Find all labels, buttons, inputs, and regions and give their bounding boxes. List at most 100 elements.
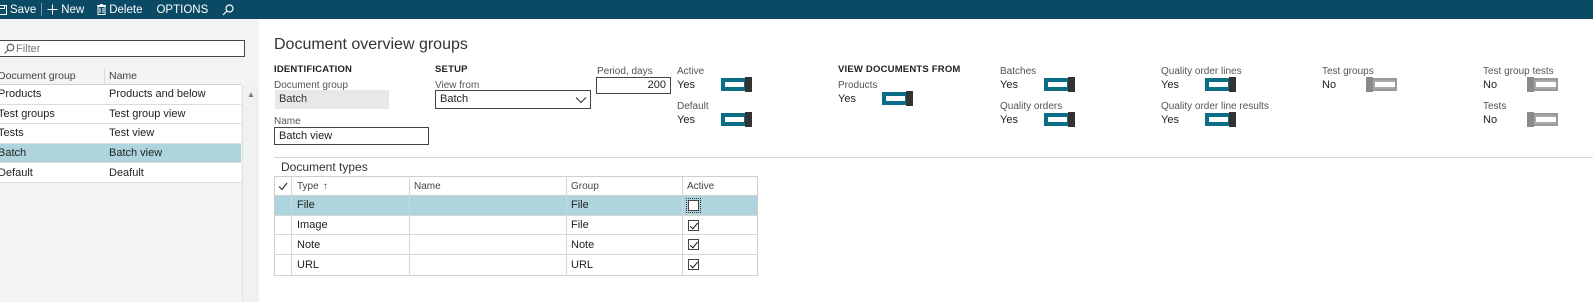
quality-orders-label: Quality orders: [1000, 101, 1063, 112]
default-toggle[interactable]: [721, 112, 752, 127]
test-group-tests-label: Test group tests: [1483, 66, 1554, 77]
row-document-group: Batch: [0, 147, 27, 160]
tests-value: No: [1483, 114, 1498, 126]
document-types-grid: Type ↑ Name Group Active File File Image…: [274, 176, 758, 276]
tests-toggle[interactable]: [1527, 112, 1558, 127]
select-all-checkmark[interactable]: [275, 177, 292, 195]
products-toggle[interactable]: [882, 91, 913, 106]
cell-type: Image: [292, 215, 410, 235]
filter-box[interactable]: [0, 40, 245, 57]
quality-orders-toggle[interactable]: [1044, 112, 1075, 127]
list-item[interactable]: Tests Test view: [0, 124, 241, 144]
document-group-list: Products Products and below Test groups …: [0, 85, 241, 183]
period-days-field[interactable]: 200: [596, 77, 671, 94]
cell-type: File: [292, 196, 410, 215]
cell-group: URL: [567, 255, 683, 275]
active-checkbox[interactable]: [686, 197, 701, 213]
options-button[interactable]: OPTIONS: [156, 0, 208, 19]
scroll-up-arrow-icon[interactable]: ▲: [247, 90, 255, 99]
column-header-document-group[interactable]: Document group: [0, 68, 105, 84]
list-item[interactable]: Default Deafult: [0, 163, 241, 183]
options-label: OPTIONS: [156, 3, 209, 16]
sort-ascending-icon: ↑: [322, 180, 328, 192]
list-scrollbar[interactable]: ▲: [242, 85, 259, 302]
column-header-type[interactable]: Type ↑: [292, 177, 410, 195]
name-field[interactable]: Batch view: [274, 127, 429, 145]
new-label: New: [61, 3, 85, 16]
column-header-name[interactable]: Name: [410, 177, 567, 195]
row-selector[interactable]: [275, 255, 292, 275]
table-row[interactable]: URL URL: [275, 255, 757, 275]
test-groups-value: No: [1322, 79, 1337, 91]
document-group-field: Batch: [275, 90, 389, 109]
list-item[interactable]: Test groups Test group view: [0, 104, 241, 125]
delete-label: Delete: [109, 3, 143, 16]
delete-button[interactable]: Delete: [97, 0, 142, 19]
view-from-value: Batch: [440, 93, 469, 105]
cell-group: File: [567, 215, 683, 235]
quality-order-line-results-toggle[interactable]: [1205, 112, 1236, 127]
cell-name: [410, 196, 567, 215]
test-group-tests-value: No: [1483, 79, 1498, 91]
cell-active: [683, 255, 757, 275]
quality-order-lines-toggle[interactable]: [1205, 77, 1236, 92]
quality-orders-value: Yes: [1000, 114, 1018, 126]
toolbar-divider: [41, 3, 43, 16]
active-checkbox[interactable]: [688, 219, 699, 231]
list-item-selected[interactable]: Batch Batch view: [0, 143, 241, 164]
row-name: Products and below: [109, 88, 206, 101]
cell-name: [410, 255, 567, 275]
table-row-selected[interactable]: File File: [275, 196, 757, 216]
identification-header: IDENTIFICATION: [274, 64, 353, 75]
active-checkbox[interactable]: [688, 259, 699, 271]
chevron-down-icon: [575, 97, 587, 104]
name-label: Name: [274, 116, 301, 127]
batches-value: Yes: [1000, 79, 1018, 91]
default-label: Default: [677, 101, 709, 112]
row-selector[interactable]: [275, 235, 292, 255]
quality-order-line-results-value: Yes: [1161, 114, 1179, 126]
search-button[interactable]: [222, 0, 234, 19]
quality-order-line-results-label: Quality order line results: [1161, 101, 1269, 112]
quality-order-lines-label: Quality order lines: [1161, 66, 1242, 77]
cell-type: Note: [292, 235, 410, 255]
row-name: Test group view: [109, 107, 186, 120]
test-group-tests-toggle[interactable]: [1527, 77, 1558, 92]
tests-label: Tests: [1483, 101, 1507, 112]
active-checkbox[interactable]: [688, 239, 699, 251]
column-header-active[interactable]: Active: [683, 177, 757, 195]
test-groups-toggle[interactable]: [1366, 77, 1397, 92]
period-days-label: Period, days: [597, 66, 653, 77]
cell-type: URL: [292, 255, 410, 275]
view-documents-from-header: VIEW DOCUMENTS FROM: [838, 64, 961, 75]
table-row[interactable]: Note Note: [275, 235, 757, 256]
row-document-group: Products: [0, 88, 42, 101]
grid-header: Type ↑ Name Group Active: [275, 177, 757, 196]
cell-active: [683, 235, 757, 254]
save-button[interactable]: Save: [0, 0, 36, 19]
search-icon: [4, 43, 15, 54]
filter-input[interactable]: [16, 42, 236, 55]
column-header-name[interactable]: Name: [105, 68, 137, 84]
batches-toggle[interactable]: [1044, 77, 1075, 92]
navigation-list-pane: Document group Name Products Products an…: [0, 19, 259, 302]
default-value: Yes: [677, 114, 695, 126]
row-document-group: Test groups: [0, 107, 55, 120]
active-toggle[interactable]: [721, 77, 752, 92]
table-row[interactable]: Image File: [275, 215, 757, 236]
row-name: Deafult: [109, 166, 144, 179]
new-button[interactable]: New: [47, 0, 84, 19]
cell-name: [410, 235, 567, 255]
view-from-dropdown[interactable]: Batch: [435, 90, 591, 109]
row-selector[interactable]: [275, 196, 292, 215]
quality-order-lines-value: Yes: [1161, 79, 1179, 91]
list-item[interactable]: Products Products and below: [0, 85, 241, 105]
batches-label: Batches: [1000, 66, 1037, 77]
active-label: Active: [677, 66, 705, 77]
save-icon: [0, 4, 7, 15]
plus-icon: [47, 4, 58, 15]
products-value: Yes: [838, 93, 856, 105]
products-label: Products: [838, 80, 878, 91]
row-selector[interactable]: [275, 215, 292, 235]
column-header-group[interactable]: Group: [567, 177, 683, 195]
